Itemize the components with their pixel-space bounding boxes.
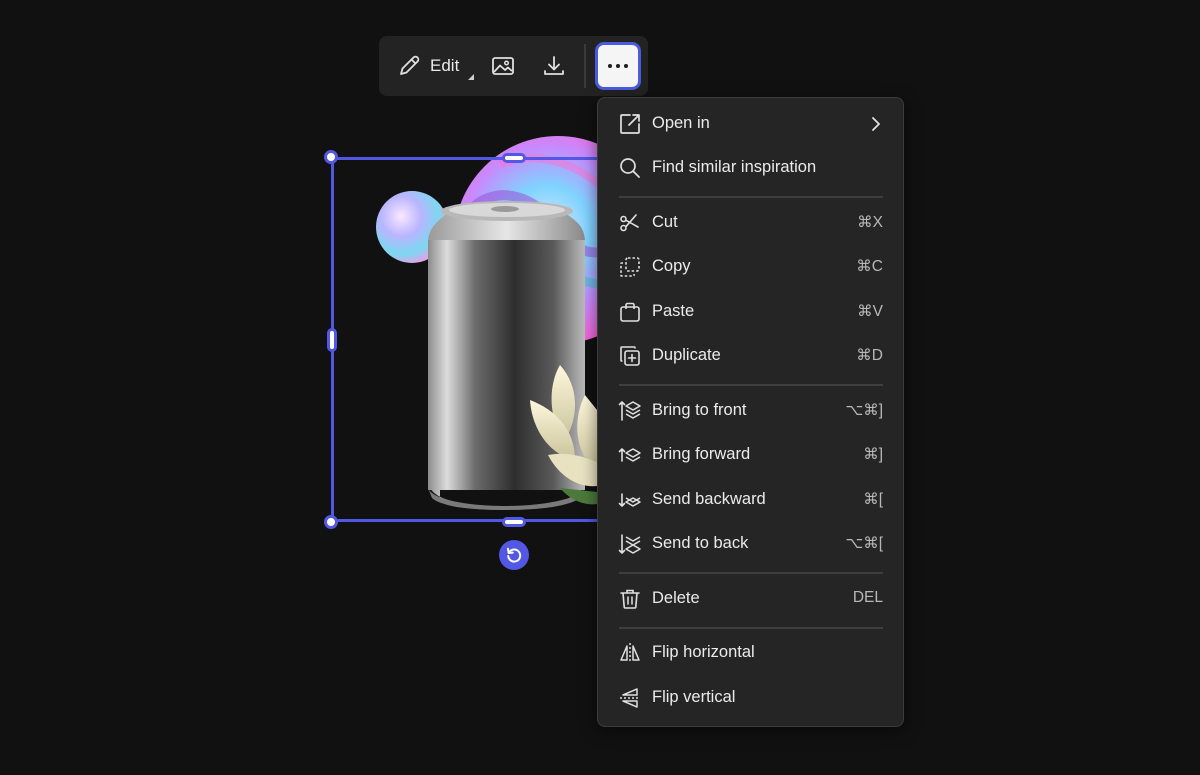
context-menu: Open in Find similar inspiration Cut ⌘X — [597, 97, 904, 727]
open-external-icon — [620, 114, 640, 134]
more-icon-dot — [616, 64, 620, 68]
menu-item-label: Delete — [652, 589, 700, 607]
menu-item-delete[interactable]: Delete DEL — [606, 579, 895, 619]
menu-item-shortcut: ⌘X — [857, 214, 883, 231]
duplicate-icon — [620, 346, 640, 366]
flip-horizontal-icon — [620, 643, 640, 663]
menu-item-label: Paste — [652, 302, 695, 320]
send-backward-icon — [618, 493, 641, 507]
pencil-icon — [400, 55, 420, 75]
more-options-button[interactable] — [595, 42, 641, 90]
menu-item-label: Flip horizontal — [652, 643, 755, 661]
menu-item-shortcut: ⌘D — [856, 347, 883, 364]
resize-handle-top-left[interactable] — [324, 150, 338, 164]
menu-item-shortcut: ⌥⌘[ — [845, 535, 883, 552]
image-icon — [492, 57, 514, 75]
menu-item-shortcut: ⌘V — [857, 303, 883, 320]
menu-item-open-in[interactable]: Open in — [606, 104, 895, 144]
more-icon-dot — [624, 64, 628, 68]
send-to-back-icon — [618, 534, 641, 554]
chevron-right-icon — [872, 117, 880, 131]
menu-item-duplicate[interactable]: Duplicate ⌘D — [606, 336, 895, 376]
replace-image-button[interactable] — [483, 46, 523, 86]
menu-item-send-to-back[interactable]: Send to back ⌥⌘[ — [606, 524, 895, 564]
menu-item-shortcut: DEL — [852, 589, 883, 606]
menu-item-shortcut: ⌘] — [863, 446, 883, 463]
resize-handle-left[interactable] — [327, 328, 337, 352]
bring-forward-icon — [618, 448, 641, 462]
menu-item-label: Send to back — [652, 534, 749, 552]
menu-item-label: Open in — [652, 114, 710, 132]
trash-icon — [620, 589, 640, 609]
selection-frame — [331, 157, 611, 522]
toolbar-divider — [584, 44, 586, 88]
menu-item-cut[interactable]: Cut ⌘X — [606, 203, 895, 243]
menu-separator — [619, 384, 883, 386]
menu-item-shortcut: ⌘[ — [863, 491, 883, 508]
menu-separator — [619, 196, 883, 198]
design-canvas[interactable]: Edit Open in Find similar inspiration Cu… — [0, 0, 1200, 775]
menu-item-label: Bring to front — [652, 401, 747, 419]
menu-separator — [619, 627, 883, 629]
resize-handle-bottom-left[interactable] — [324, 515, 338, 529]
menu-item-label: Send backward — [652, 490, 766, 508]
menu-item-paste[interactable]: Paste ⌘V — [606, 292, 895, 332]
scissors-icon — [620, 214, 639, 232]
menu-item-bring-forward[interactable]: Bring forward ⌘] — [606, 435, 895, 475]
download-button[interactable] — [534, 46, 574, 86]
download-icon — [544, 56, 564, 75]
resize-handle-bottom[interactable] — [502, 517, 526, 527]
menu-separator — [619, 572, 883, 574]
menu-item-find-similar[interactable]: Find similar inspiration — [606, 148, 895, 188]
bring-to-front-icon — [618, 401, 641, 421]
menu-item-label: Bring forward — [652, 445, 751, 463]
menu-item-flip-vertical[interactable]: Flip vertical — [606, 678, 895, 718]
flip-vertical-icon — [620, 688, 640, 708]
menu-item-label: Flip vertical — [652, 688, 736, 706]
rotate-icon — [507, 547, 522, 563]
menu-item-label: Copy — [652, 257, 691, 275]
menu-item-label: Duplicate — [652, 346, 721, 364]
edit-button[interactable]: Edit — [389, 46, 477, 86]
menu-item-label: Cut — [652, 213, 678, 231]
menu-item-shortcut: ⌘C — [856, 258, 883, 275]
menu-item-flip-horizontal[interactable]: Flip horizontal — [606, 633, 895, 673]
rotate-button[interactable] — [499, 540, 529, 570]
menu-item-label: Find similar inspiration — [652, 158, 817, 176]
menu-item-bring-to-front[interactable]: Bring to front ⌥⌘] — [606, 391, 895, 431]
more-icon — [608, 64, 612, 68]
menu-item-copy[interactable]: Copy ⌘C — [606, 247, 895, 287]
resize-handle-top[interactable] — [502, 153, 526, 163]
menu-item-shortcut: ⌥⌘] — [845, 402, 883, 419]
edit-dropdown-indicator — [468, 74, 474, 80]
edit-label: Edit — [430, 56, 460, 75]
clipboard-icon — [620, 302, 640, 322]
copy-icon — [620, 257, 640, 277]
search-icon — [620, 158, 640, 178]
menu-item-send-backward[interactable]: Send backward ⌘[ — [606, 480, 895, 520]
